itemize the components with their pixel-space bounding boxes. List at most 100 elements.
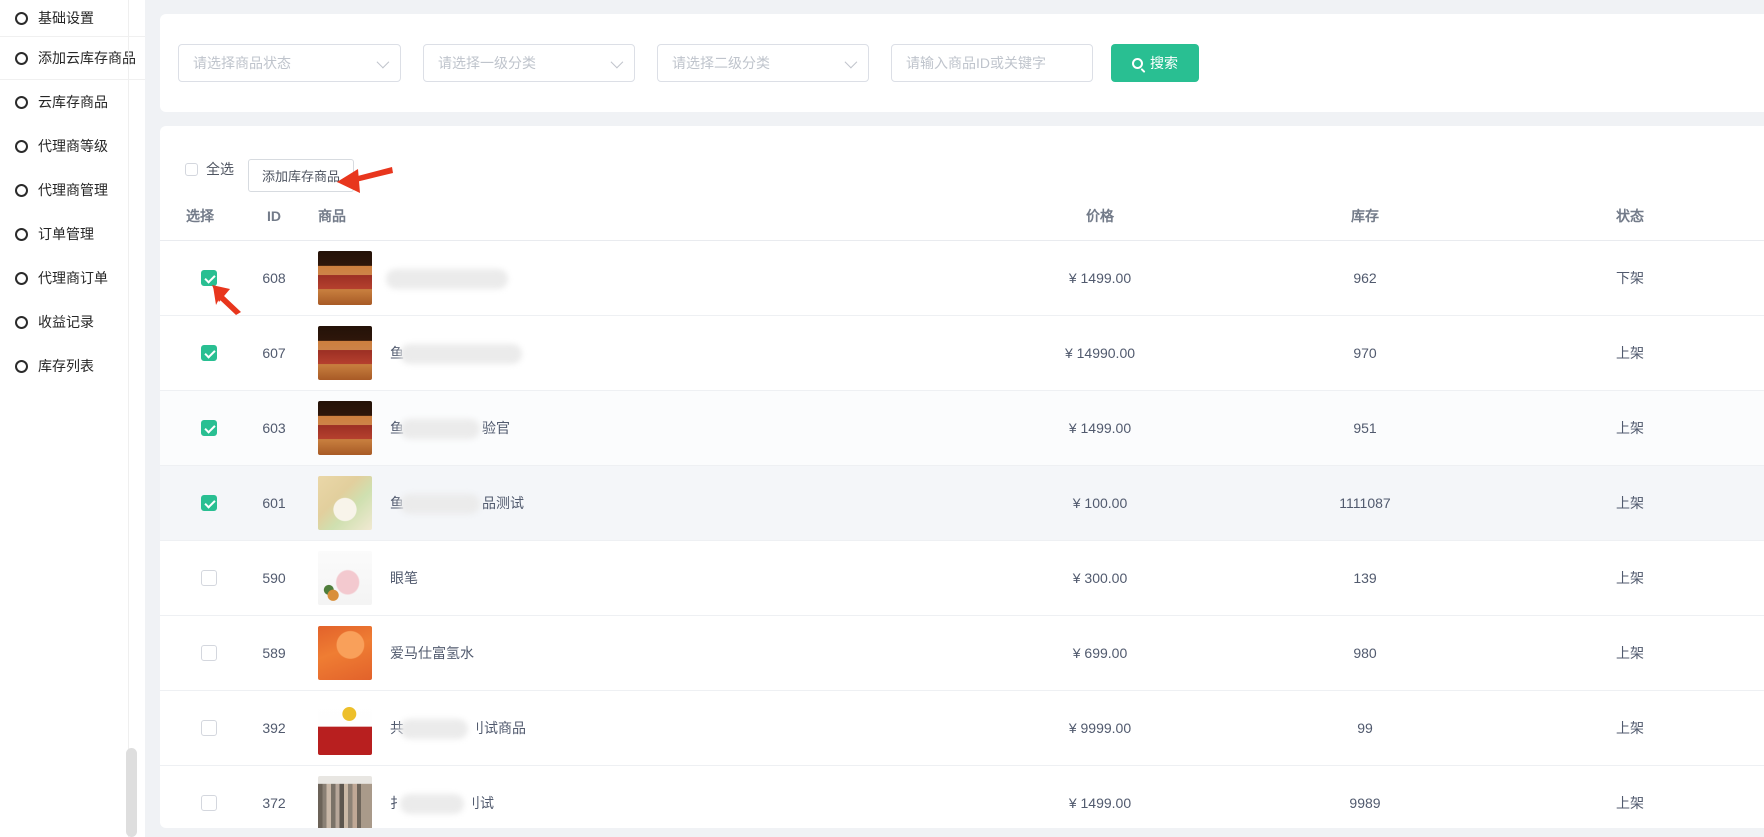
sidebar-item-label: 添加云库存商品	[38, 48, 136, 68]
cell-price: ¥ 14990.00	[950, 345, 1250, 361]
product-status-placeholder: 请选择商品状态	[193, 53, 291, 73]
cell-status: 上架	[1480, 718, 1764, 738]
product-image	[318, 626, 372, 680]
product-status-select[interactable]: 请选择商品状态	[178, 44, 401, 82]
sidebar-item-label: 收益记录	[38, 312, 94, 332]
category-level2-placeholder: 请选择二级分类	[672, 53, 770, 73]
cell-price: ¥ 1499.00	[950, 795, 1250, 811]
cell-status: 上架	[1480, 793, 1764, 813]
chevron-down-icon	[611, 55, 624, 68]
product-image	[318, 401, 372, 455]
censored-blur-block	[400, 419, 480, 439]
sidebar-menu: 基础设置 添加云库存商品 云库存商品 代理商等级 代理商管理 订单管理 代理商订…	[0, 0, 145, 388]
table-row-603: 603 鱼 验官 ¥ 1499.00 951 上架	[160, 391, 1764, 466]
row-checkbox[interactable]	[201, 570, 217, 586]
cell-price: ¥ 699.00	[950, 645, 1250, 661]
sidebar-item-代理商订单[interactable]: 代理商订单	[0, 256, 145, 300]
select-all-checkbox[interactable]	[185, 163, 198, 176]
cell-stock: 970	[1250, 345, 1480, 361]
sidebar-item-基础设置[interactable]: 基础设置	[0, 0, 145, 36]
product-name: 爱马仕富氢水	[390, 643, 474, 663]
cell-id: 372	[234, 795, 314, 811]
cell-id: 607	[234, 345, 314, 361]
circle-icon	[15, 184, 28, 197]
category-level1-select[interactable]: 请选择一级分类	[423, 44, 635, 82]
sidebar-item-label: 代理商订单	[38, 268, 108, 288]
cell-id: 608	[234, 270, 314, 286]
product-image	[318, 551, 372, 605]
sidebar-item-label: 订单管理	[38, 224, 94, 244]
row-checkbox[interactable]	[201, 495, 217, 511]
product-name: 共 刂试商品	[390, 718, 526, 738]
category-level2-select[interactable]: 请选择二级分类	[657, 44, 869, 82]
cell-stock: 951	[1250, 420, 1480, 436]
table-row-392: 392 共 刂试商品 ¥ 9999.00 99 上架	[160, 691, 1764, 766]
row-checkbox[interactable]	[201, 645, 217, 661]
cell-stock: 99	[1250, 720, 1480, 736]
product-name-prefix: 爱马仕富氢水	[390, 643, 474, 663]
row-checkbox[interactable]	[201, 795, 217, 811]
table-row-608: 608 ¥ 1499.00 962 下架	[160, 241, 1764, 316]
cell-price: ¥ 1499.00	[950, 420, 1250, 436]
table-row-590: 590 眼笔 ¥ 300.00 139 上架	[160, 541, 1764, 616]
add-stock-button[interactable]: 添加库存商品	[248, 159, 354, 192]
product-name: 眼笔	[390, 568, 418, 588]
cell-price: ¥ 9999.00	[950, 720, 1250, 736]
select-all-label: 全选	[206, 159, 234, 179]
cell-stock: 1111087	[1250, 495, 1480, 511]
cell-status: 下架	[1480, 268, 1764, 288]
row-checkbox[interactable]	[201, 420, 217, 436]
product-name: 鱼 品测试	[390, 493, 524, 513]
search-button-label: 搜索	[1150, 53, 1178, 73]
table-body: 608 ¥ 1499.00 962 下架 607 鱼 ¥ 14990.00 97…	[160, 241, 1764, 828]
table-row-601: 601 鱼 品测试 ¥ 100.00 1111087 上架	[160, 466, 1764, 541]
product-name-prefix: 眼笔	[390, 568, 418, 588]
sidebar-divider	[128, 0, 129, 837]
circle-icon	[15, 52, 28, 65]
sidebar-item-label: 代理商管理	[38, 180, 108, 200]
censored-blur-block	[400, 719, 468, 739]
circle-icon	[15, 316, 28, 329]
row-checkbox[interactable]	[201, 720, 217, 736]
header-select: 选择	[184, 206, 234, 226]
cell-id: 603	[234, 420, 314, 436]
cell-price: ¥ 100.00	[950, 495, 1250, 511]
product-image	[318, 776, 372, 828]
sidebar-item-label: 代理商等级	[38, 136, 108, 156]
product-name: 鱼 验官	[390, 418, 510, 438]
sidebar-item-收益记录[interactable]: 收益记录	[0, 300, 145, 344]
product-table-card: 全选 添加库存商品 选择 ID 商品 价格 库存 状态 608 ¥ 1499.0…	[160, 126, 1764, 828]
product-image	[318, 251, 372, 305]
cell-status: 上架	[1480, 343, 1764, 363]
sidebar-item-订单管理[interactable]: 订单管理	[0, 212, 145, 256]
cell-stock: 139	[1250, 570, 1480, 586]
chevron-down-icon	[377, 55, 390, 68]
cell-id: 590	[234, 570, 314, 586]
circle-icon	[15, 228, 28, 241]
sidebar-item-代理商等级[interactable]: 代理商等级	[0, 124, 145, 168]
table-toolbar: 全选 添加库存商品	[160, 146, 1764, 192]
search-button[interactable]: 搜索	[1111, 44, 1199, 82]
product-name-suffix: 验官	[482, 418, 510, 438]
row-checkbox[interactable]	[201, 270, 217, 286]
censored-blur-block	[400, 494, 480, 514]
sidebar-item-云库存商品[interactable]: 云库存商品	[0, 80, 145, 124]
cell-id: 392	[234, 720, 314, 736]
product-name-suffix: 品测试	[482, 493, 524, 513]
product-name: 扌 刂试	[390, 793, 494, 813]
cell-id: 589	[234, 645, 314, 661]
product-image	[318, 326, 372, 380]
header-status: 状态	[1480, 206, 1764, 226]
keyword-input[interactable]	[891, 44, 1093, 82]
sidebar-item-代理商管理[interactable]: 代理商管理	[0, 168, 145, 212]
product-name: 鱼	[390, 343, 524, 363]
sidebar: 基础设置 添加云库存商品 云库存商品 代理商等级 代理商管理 订单管理 代理商订…	[0, 0, 145, 837]
sidebar-item-添加云库存商品[interactable]: 添加云库存商品	[0, 36, 145, 80]
row-checkbox[interactable]	[201, 345, 217, 361]
cell-stock: 962	[1250, 270, 1480, 286]
table-row-607: 607 鱼 ¥ 14990.00 970 上架	[160, 316, 1764, 391]
circle-icon	[15, 272, 28, 285]
sidebar-scrollbar-thumb[interactable]	[126, 748, 137, 837]
sidebar-item-库存列表[interactable]: 库存列表	[0, 344, 145, 388]
chevron-down-icon	[845, 55, 858, 68]
